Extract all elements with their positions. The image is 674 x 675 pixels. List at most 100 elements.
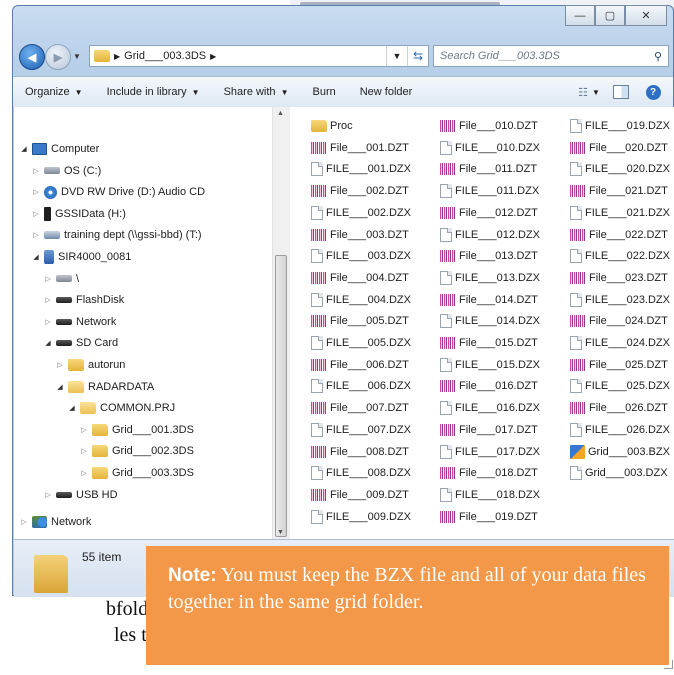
tree-item[interactable]: ▷ Grid___001.3DS: [80, 420, 194, 440]
file-item[interactable]: File___017.DZT: [440, 420, 538, 440]
file-item[interactable]: File___010.DZT: [440, 116, 538, 136]
file-item[interactable]: File___009.DZT: [311, 485, 409, 505]
file-item[interactable]: File___013.DZT: [440, 246, 538, 266]
file-item[interactable]: File___011.DZT: [440, 159, 537, 179]
tree-item[interactable]: ◢ Computer: [20, 139, 99, 159]
navigation-scrollbar[interactable]: ▲ ▼: [272, 107, 290, 539]
file-item[interactable]: FILE___005.DZX: [311, 333, 411, 353]
maximize-button[interactable]: ▢: [595, 5, 625, 26]
file-item[interactable]: FILE___013.DZX: [440, 268, 540, 288]
tree-item[interactable]: ◢ SIR4000_0081: [32, 247, 131, 267]
file-item[interactable]: FILE___010.DZX: [440, 138, 540, 158]
file-item[interactable]: Grid___003.BZX: [570, 442, 670, 462]
address-dropdown-icon[interactable]: ▼: [386, 46, 407, 66]
expand-arrow-icon[interactable]: ▷: [32, 188, 40, 196]
file-item[interactable]: FILE___006.DZX: [311, 376, 411, 396]
file-item[interactable]: File___026.DZT: [570, 398, 668, 418]
search-icon[interactable]: ⚲: [648, 50, 668, 63]
breadcrumb-current[interactable]: Grid___003.3DS: [124, 50, 206, 62]
file-item[interactable]: File___002.DZT: [311, 181, 409, 201]
file-item[interactable]: File___021.DZT: [570, 181, 668, 201]
close-button[interactable]: ✕: [625, 5, 667, 26]
tree-item[interactable]: ▷ \: [44, 269, 79, 289]
collapse-arrow-icon[interactable]: ◢: [20, 145, 28, 153]
file-item[interactable]: File___001.DZT: [311, 138, 409, 158]
collapse-arrow-icon[interactable]: ◢: [56, 383, 64, 391]
file-item[interactable]: Proc: [311, 116, 353, 136]
file-item[interactable]: FILE___020.DZX: [570, 159, 670, 179]
expand-arrow-icon[interactable]: ▷: [44, 491, 52, 499]
file-item[interactable]: FILE___021.DZX: [570, 203, 670, 223]
file-item[interactable]: FILE___004.DZX: [311, 290, 411, 310]
file-item[interactable]: File___022.DZT: [570, 225, 668, 245]
tree-item[interactable]: ◢ SD Card: [44, 333, 118, 353]
expand-arrow-icon[interactable]: ▷: [80, 426, 88, 434]
collapse-arrow-icon[interactable]: ◢: [68, 404, 76, 412]
expand-arrow-icon[interactable]: ▷: [56, 361, 64, 369]
file-item[interactable]: FILE___023.DZX: [570, 290, 670, 310]
file-item[interactable]: FILE___025.DZX: [570, 376, 670, 396]
file-item[interactable]: FILE___018.DZX: [440, 485, 540, 505]
file-item[interactable]: File___005.DZT: [311, 311, 409, 331]
expand-arrow-icon[interactable]: ▷: [44, 275, 52, 283]
expand-arrow-icon[interactable]: ▷: [32, 167, 40, 175]
tree-item[interactable]: ◢ RADARDATA: [56, 377, 154, 397]
preview-pane-button[interactable]: [613, 84, 629, 100]
tree-item[interactable]: ▷ Grid___002.3DS: [80, 441, 194, 461]
file-item[interactable]: FILE___002.DZX: [311, 203, 411, 223]
tree-item[interactable]: ▷ training dept (\\gssi-bbd) (T:): [32, 225, 201, 245]
organize-button[interactable]: Organize ▼: [13, 77, 95, 107]
tree-item[interactable]: ▷ Grid___003.3DS: [80, 463, 194, 483]
tree-item[interactable]: ▷ Network: [20, 512, 91, 532]
file-item[interactable]: File___003.DZT: [311, 225, 409, 245]
include-in-library-button[interactable]: Include in library ▼: [95, 77, 212, 107]
file-item[interactable]: FILE___024.DZX: [570, 333, 670, 353]
tree-item[interactable]: ◢ COMMON.PRJ: [68, 398, 175, 418]
help-button[interactable]: ?: [645, 84, 661, 100]
file-item[interactable]: FILE___022.DZX: [570, 246, 670, 266]
collapse-arrow-icon[interactable]: ◢: [32, 253, 40, 261]
file-item[interactable]: FILE___003.DZX: [311, 246, 411, 266]
file-item[interactable]: FILE___019.DZX: [570, 116, 670, 136]
collapse-arrow-icon[interactable]: ◢: [44, 339, 52, 347]
minimize-button[interactable]: —: [565, 5, 595, 26]
tree-item[interactable]: ▷ USB HD: [44, 485, 117, 505]
file-item[interactable]: File___008.DZT: [311, 442, 409, 462]
expand-arrow-icon[interactable]: ▷: [44, 296, 52, 304]
file-item[interactable]: File___023.DZT: [570, 268, 668, 288]
file-item[interactable]: FILE___012.DZX: [440, 225, 540, 245]
tree-item[interactable]: ▷ DVD RW Drive (D:) Audio CD: [32, 182, 205, 202]
expand-arrow-icon[interactable]: ▷: [80, 447, 88, 455]
scrollbar-thumb[interactable]: [275, 255, 287, 537]
tree-item[interactable]: ▷ OS (C:): [32, 161, 101, 181]
expand-arrow-icon[interactable]: ▷: [32, 231, 40, 239]
file-item[interactable]: FILE___011.DZX: [440, 181, 539, 201]
file-item[interactable]: File___004.DZT: [311, 268, 409, 288]
refresh-icon[interactable]: ⇆: [407, 46, 428, 66]
file-item[interactable]: File___024.DZT: [570, 311, 668, 331]
file-item[interactable]: File___007.DZT: [311, 398, 409, 418]
expand-arrow-icon[interactable]: ▷: [44, 318, 52, 326]
file-item[interactable]: FILE___008.DZX: [311, 463, 411, 483]
file-item[interactable]: File___006.DZT: [311, 355, 409, 375]
back-button[interactable]: ◀: [19, 44, 45, 70]
file-item[interactable]: File___014.DZT: [440, 290, 538, 310]
file-item[interactable]: File___012.DZT: [440, 203, 538, 223]
file-item[interactable]: File___019.DZT: [440, 507, 538, 527]
file-item[interactable]: File___018.DZT: [440, 463, 538, 483]
file-item[interactable]: FILE___015.DZX: [440, 355, 540, 375]
file-item[interactable]: FILE___001.DZX: [311, 159, 411, 179]
expand-arrow-icon[interactable]: ▷: [80, 469, 88, 477]
tree-item[interactable]: ▷ Network: [44, 312, 116, 332]
address-bar[interactable]: ▶ Grid___003.3DS ▶ ▼ ⇆: [89, 45, 429, 67]
file-item[interactable]: FILE___026.DZX: [570, 420, 670, 440]
scroll-up-icon[interactable]: ▲: [277, 110, 284, 117]
tree-item[interactable]: ▷ GSSIData (H:): [32, 204, 126, 224]
new-folder-button[interactable]: New folder: [348, 77, 425, 107]
share-with-button[interactable]: Share with ▼: [212, 77, 301, 107]
file-item[interactable]: FILE___016.DZX: [440, 398, 540, 418]
file-item[interactable]: File___016.DZT: [440, 376, 538, 396]
burn-button[interactable]: Burn: [300, 77, 347, 107]
expand-arrow-icon[interactable]: ▷: [20, 518, 28, 526]
scroll-down-icon[interactable]: ▼: [277, 529, 284, 536]
